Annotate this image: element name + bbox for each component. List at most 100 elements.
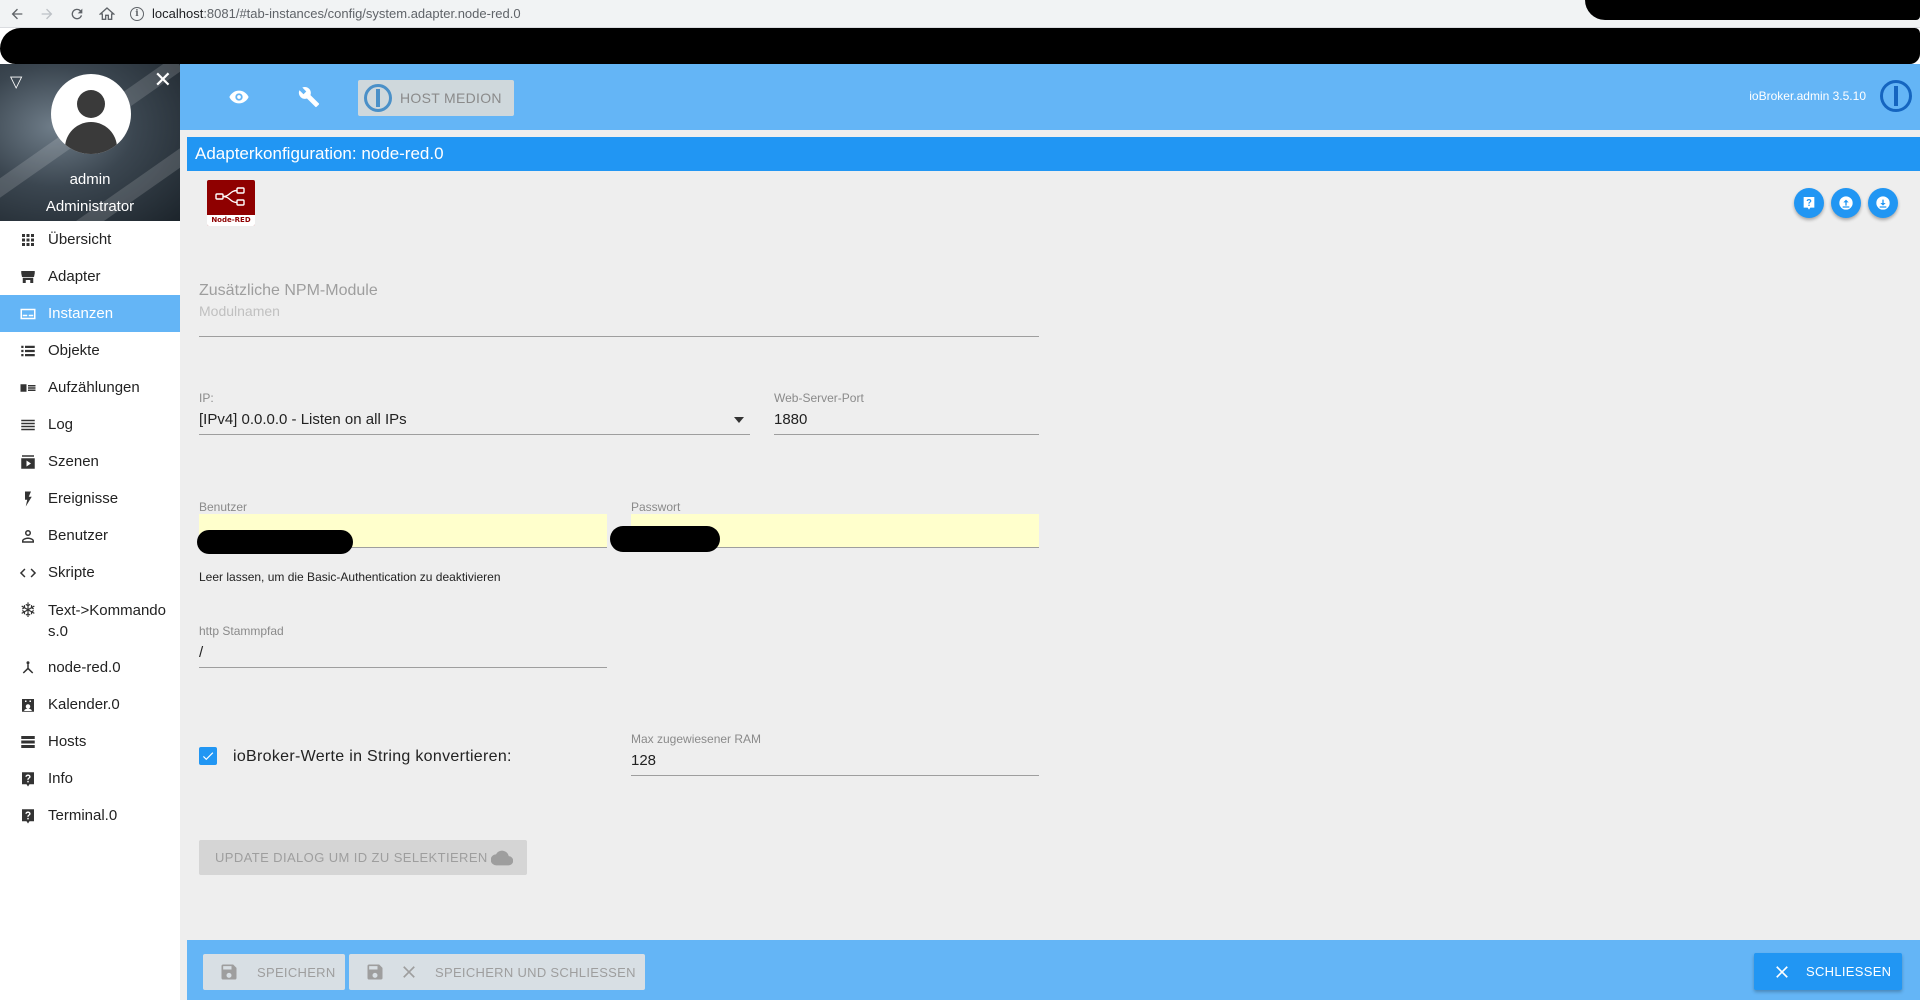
http-root-field[interactable]: http Stammpfad / — [199, 624, 607, 668]
avatar — [51, 74, 131, 154]
sidebar-item-label: Instanzen — [48, 305, 114, 322]
sidebar-item-skripte[interactable]: Skripte — [0, 554, 180, 591]
host-button[interactable]: HOST MEDION — [358, 80, 514, 116]
sidebar-item-label: node-red.0 — [48, 659, 121, 676]
url-path: :8081/#tab-instances/config/system.adapt… — [203, 6, 521, 21]
ip-label: IP: — [199, 391, 214, 405]
auth-help-text: Leer lassen, um die Basic-Authentication… — [199, 570, 501, 584]
chevron-down-icon — [734, 417, 744, 423]
help-icon — [18, 769, 38, 789]
sidebar-item-label: Kalender.0 — [48, 696, 120, 713]
npm-modules-placeholder: Modulnamen — [199, 303, 280, 319]
string-convert-checkbox[interactable] — [199, 747, 217, 765]
grid-icon — [18, 230, 38, 250]
download-button[interactable] — [1868, 188, 1898, 218]
reload-icon[interactable] — [64, 1, 90, 27]
sidebar-item-uebersicht[interactable]: Übersicht — [0, 221, 180, 258]
sidebar-item-szenen[interactable]: Szenen — [0, 443, 180, 480]
save-icon — [221, 964, 237, 980]
sidebar-item-objekte[interactable]: Objekte — [0, 332, 180, 369]
close-button[interactable]: SCHLIESSEN — [1754, 953, 1902, 990]
http-root-label: http Stammpfad — [199, 624, 284, 638]
main-content: HOST MEDION ioBroker.admin 3.5.10 Adapte… — [180, 64, 1920, 1000]
person-icon — [18, 526, 38, 546]
save-close-button[interactable]: SPEICHERN UND SCHLIESSEN — [349, 954, 645, 990]
sidebar-item-label: Log — [48, 416, 74, 433]
scenes-icon — [18, 452, 38, 472]
forward-icon[interactable] — [34, 1, 60, 27]
sidebar-item-label: Terminal.0 — [48, 807, 118, 824]
sidebar-item-terminal[interactable]: Terminal.0 — [0, 797, 180, 834]
sidebar-item-label: Szenen — [48, 453, 99, 470]
node-red-icon — [18, 658, 38, 678]
redaction-mark — [197, 530, 353, 554]
sidebar-item-label: Objekte — [48, 342, 100, 359]
sidebar-item-aufzaehlungen[interactable]: Aufzählungen — [0, 369, 180, 406]
redaction-mark — [610, 526, 720, 552]
sidebar-item-label: Adapter — [48, 268, 101, 285]
help-button[interactable] — [1794, 188, 1824, 218]
user-label: Benutzer — [199, 500, 248, 514]
sidebar-item-ereignisse[interactable]: Ereignisse — [0, 480, 180, 517]
sidebar-item-kalender[interactable]: Kalender.0 — [0, 686, 180, 723]
max-ram-field[interactable]: Max zugewiesener RAM 128 — [631, 732, 1039, 776]
close-icon — [1776, 965, 1788, 978]
sidebar-item-info[interactable]: Info — [0, 760, 180, 797]
info-icon[interactable]: i — [130, 6, 144, 21]
sidebar-item-label: Info — [48, 770, 74, 787]
flash-icon — [18, 489, 38, 509]
port-label: Web-Server-Port — [774, 391, 864, 405]
http-root-value: / — [199, 644, 204, 661]
config-header: Adapterkonfiguration: node-red.0 — [187, 137, 1920, 171]
sidebar-nav: Übersicht Adapter Instanzen Objekte Aufz… — [0, 221, 180, 834]
save-icon — [367, 964, 383, 980]
sidebar-item-adapter[interactable]: Adapter — [0, 258, 180, 295]
update-dialog-button[interactable]: UPDATE DIALOG UM ID ZU SELEKTIEREN — [199, 840, 527, 875]
sidebar-item-log[interactable]: Log — [0, 406, 180, 443]
update-dialog-label: UPDATE DIALOG UM ID ZU SELEKTIEREN — [215, 850, 488, 865]
user-role: Administrator — [45, 198, 135, 215]
user-name: admin — [69, 171, 111, 188]
sidebar-item-label: Hosts — [48, 733, 87, 750]
node-red-flow-icon — [215, 187, 245, 206]
sidebar-item-node-red[interactable]: node-red.0 — [0, 649, 180, 686]
close-icon[interactable]: ✕ — [154, 68, 172, 93]
max-ram-label: Max zugewiesener RAM — [631, 732, 762, 746]
sidebar-item-hosts[interactable]: Hosts — [0, 723, 180, 760]
iobroker-logo-icon — [364, 84, 392, 112]
back-icon[interactable] — [4, 1, 30, 27]
sidebar-item-label: Übersicht — [48, 231, 112, 248]
sidebar-item-label: Aufzählungen — [48, 379, 140, 396]
string-convert-label: ioBroker-Werte in String konvertieren: — [233, 748, 512, 765]
eye-icon[interactable] — [224, 82, 254, 112]
code-icon — [18, 563, 38, 583]
ip-select[interactable]: IP: [IPv4] 0.0.0.0 - Listen on all IPs — [199, 391, 750, 435]
enum-icon — [18, 378, 38, 398]
adapter-logo-label: Node-RED — [207, 215, 255, 226]
max-ram-value: 128 — [631, 752, 657, 769]
sidebar-item-benutzer[interactable]: Benutzer — [0, 517, 180, 554]
sidebar-item-text-kommandos[interactable]: ❄ Text->Kommandos.0 — [0, 591, 180, 649]
calendar-icon — [18, 695, 38, 715]
help-icon — [18, 806, 38, 826]
upload-button[interactable] — [1831, 188, 1861, 218]
iobroker-logo-icon — [1880, 80, 1912, 112]
close-label: SCHLIESSEN — [1806, 964, 1892, 979]
sidebar-item-instanzen[interactable]: Instanzen — [0, 295, 180, 332]
npm-modules-field[interactable]: Zusätzliche NPM-Module Modulnamen — [199, 282, 1039, 337]
address-bar[interactable]: i localhost :8081/#tab-instances/config/… — [130, 2, 521, 26]
wrench-icon[interactable] — [294, 82, 324, 112]
bottom-action-bar: SPEICHERN SPEICHERN UND SCHLIESSEN SCHLI… — [187, 940, 1920, 1000]
redaction-mark — [0, 28, 1920, 64]
sidebar-item-label: Benutzer — [48, 527, 109, 544]
web-server-port-field[interactable]: Web-Server-Port 1880 — [774, 391, 1039, 435]
cloud-icon — [491, 850, 513, 866]
list-icon — [18, 341, 38, 361]
top-app-bar: HOST MEDION ioBroker.admin 3.5.10 — [180, 64, 1920, 130]
redaction-mark — [1585, 0, 1920, 20]
store-icon — [18, 267, 38, 287]
save-button[interactable]: SPEICHERN — [203, 954, 345, 990]
url-host: localhost — [152, 6, 204, 21]
home-icon[interactable] — [94, 1, 120, 27]
menu-triangle-icon[interactable]: ▽ — [10, 72, 22, 91]
